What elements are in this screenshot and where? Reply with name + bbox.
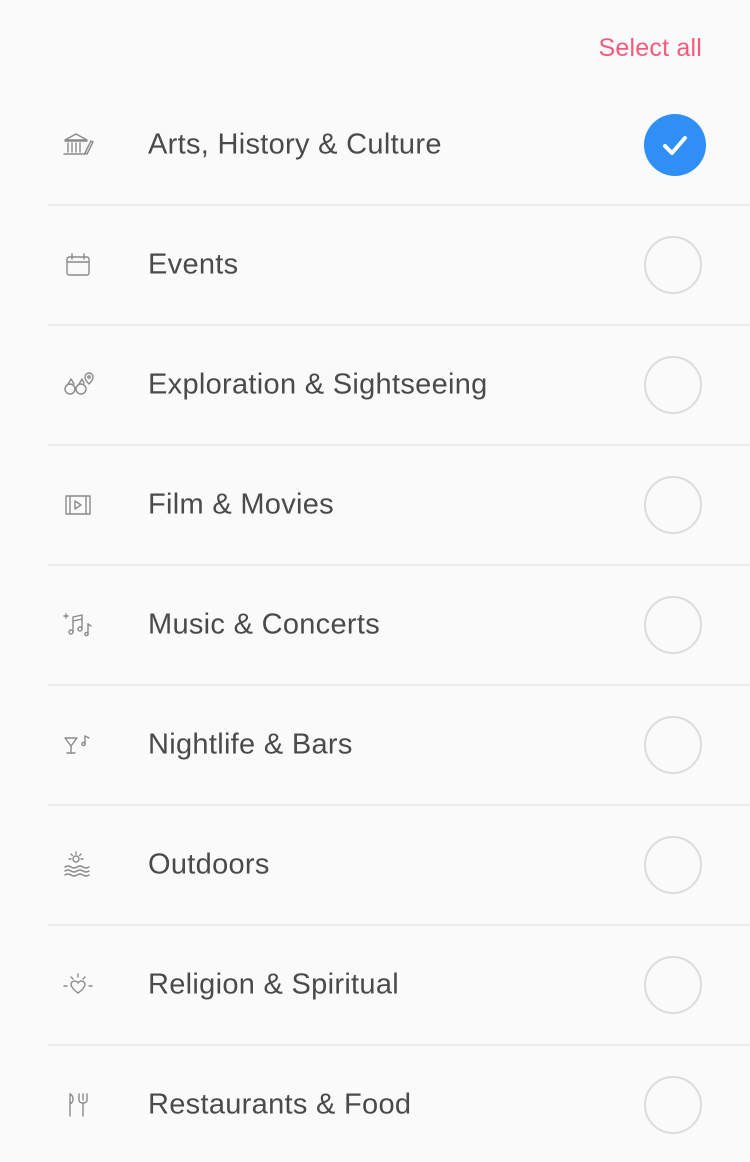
category-row-religion-spiritual[interactable]: Religion & Spiritual	[48, 926, 750, 1046]
calendar-icon	[60, 247, 96, 283]
category-checkbox[interactable]	[644, 356, 702, 414]
category-label: Restaurants & Food	[148, 1088, 412, 1121]
category-label: Film & Movies	[148, 488, 334, 521]
checkmark-icon	[663, 136, 687, 155]
category-row-events[interactable]: Events	[48, 206, 750, 326]
category-checkbox[interactable]	[644, 476, 702, 534]
category-row-outdoors[interactable]: Outdoors	[48, 806, 750, 926]
binoculars-icon	[60, 367, 96, 403]
category-checkbox[interactable]	[644, 596, 702, 654]
category-list: Arts, History & Culture Events Explorati…	[0, 86, 750, 1162]
music-notes-icon	[60, 607, 96, 643]
category-row-restaurants-food[interactable]: Restaurants & Food	[48, 1046, 750, 1162]
category-row-arts-history-culture[interactable]: Arts, History & Culture	[48, 86, 750, 206]
glowing-heart-icon	[60, 967, 96, 1003]
utensils-icon	[60, 1087, 96, 1123]
category-label: Exploration & Sightseeing	[148, 368, 488, 401]
category-row-film-movies[interactable]: Film & Movies	[48, 446, 750, 566]
category-checkbox[interactable]	[644, 716, 702, 774]
category-row-nightlife-bars[interactable]: Nightlife & Bars	[48, 686, 750, 806]
category-checkbox[interactable]	[644, 236, 702, 294]
category-checkbox-checked[interactable]	[644, 114, 706, 176]
category-label: Outdoors	[148, 848, 270, 881]
sun-waves-icon	[60, 847, 96, 883]
select-all-button[interactable]: Select all	[599, 34, 702, 63]
category-row-music-concerts[interactable]: Music & Concerts	[48, 566, 750, 686]
category-label: Arts, History & Culture	[148, 128, 442, 161]
category-row-exploration-sightseeing[interactable]: Exploration & Sightseeing	[48, 326, 750, 446]
museum-icon	[60, 127, 96, 163]
category-label: Nightlife & Bars	[148, 728, 353, 761]
category-checkbox[interactable]	[644, 836, 702, 894]
category-label: Music & Concerts	[148, 608, 381, 641]
category-label: Events	[148, 248, 239, 281]
film-icon	[60, 487, 96, 523]
category-label: Religion & Spiritual	[148, 968, 400, 1001]
cocktail-icon	[60, 727, 96, 763]
category-checkbox[interactable]	[644, 1076, 702, 1134]
category-selection-screen: Select all Arts, History & Culture Event…	[0, 0, 750, 1162]
category-checkbox[interactable]	[644, 956, 702, 1014]
